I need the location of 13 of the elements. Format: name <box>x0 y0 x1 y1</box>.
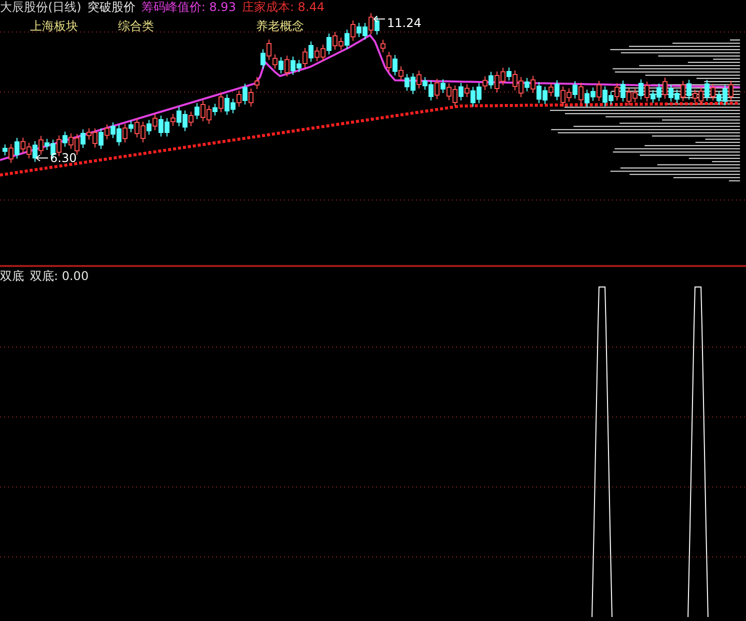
indicator-name: 双底 <box>0 269 24 283</box>
sector-tag: 养老概念 <box>256 18 304 35</box>
arrow-icon <box>374 16 386 22</box>
low-price-label: 6.30 <box>50 151 77 165</box>
arrow-icon <box>36 154 48 162</box>
dealer-cost: 庄家成本: 8.44 <box>242 0 325 14</box>
indicator-name: 突破股价 <box>87 0 136 14</box>
high-price-label: 11.24 <box>387 16 422 30</box>
indicator-reading: 双底: 0.00 <box>30 269 89 283</box>
sector-tag: 上海板块 <box>30 18 78 35</box>
chip-peak-price: 筹码峰值价: 8.93 <box>141 0 236 14</box>
stock-title: 大辰股份(日线) <box>0 0 82 14</box>
sector-tag: 综合类 <box>118 18 154 35</box>
